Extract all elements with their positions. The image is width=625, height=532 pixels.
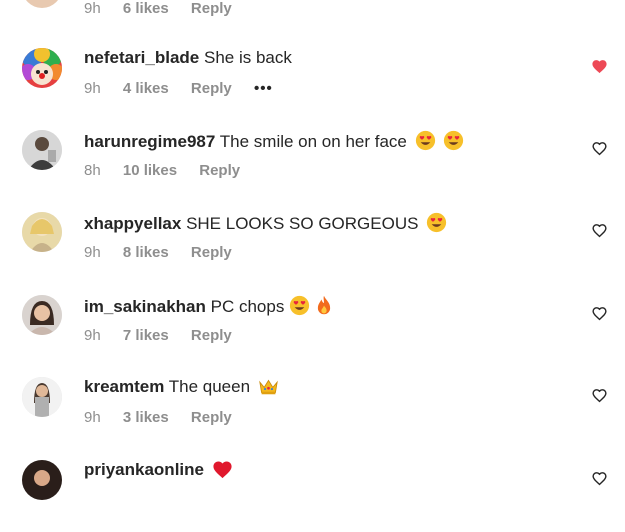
comment-time: 9h bbox=[84, 409, 101, 426]
like-heart-outline-icon[interactable] bbox=[591, 387, 608, 404]
more-options-icon[interactable]: ••• bbox=[254, 80, 273, 97]
comment-partial: 9h 6 likes Reply bbox=[0, 0, 625, 40]
comment-item: harunregime987 The smile on on her face … bbox=[0, 130, 625, 202]
heart-eyes-emoji-icon bbox=[415, 130, 435, 151]
likes-count[interactable]: 10 likes bbox=[123, 162, 177, 179]
comment-item: kreamtem The queen 9h 3 likes Reply bbox=[0, 377, 625, 449]
comment-body: harunregime987 The smile on on her face bbox=[84, 130, 464, 152]
likes-count[interactable]: 7 likes bbox=[123, 327, 169, 344]
comment-text: She is back bbox=[204, 48, 292, 67]
reply-button[interactable]: Reply bbox=[191, 244, 232, 261]
comment-item: nefetari_blade She is back 9h 4 likes Re… bbox=[0, 48, 625, 120]
comment-item: im_sakinakhan PC chops 9h 7 likes Reply bbox=[0, 295, 625, 367]
comment-time: 9h bbox=[84, 80, 101, 97]
fire-emoji-icon bbox=[317, 295, 330, 315]
reply-button[interactable]: Reply bbox=[199, 162, 240, 179]
comment-username[interactable]: xhappyellax bbox=[84, 214, 181, 233]
crown-emoji-icon bbox=[258, 379, 278, 395]
likes-count[interactable]: 3 likes bbox=[123, 409, 169, 426]
like-heart-icon[interactable] bbox=[591, 58, 608, 75]
comment-body: im_sakinakhan PC chops bbox=[84, 295, 333, 317]
comment-meta: 9h 8 likes Reply bbox=[84, 244, 250, 261]
heart-eyes-emoji-icon bbox=[289, 295, 310, 316]
comment-item: xhappyellax SHE LOOKS SO GORGEOUS 9h 8 l… bbox=[0, 212, 625, 284]
likes-count[interactable]: 8 likes bbox=[123, 244, 169, 261]
heart-eyes-emoji-icon bbox=[427, 212, 447, 233]
comment-text: PC chops bbox=[210, 297, 285, 316]
avatar[interactable] bbox=[22, 212, 62, 252]
comment-body: nefetari_blade She is back bbox=[84, 48, 292, 68]
comment-username[interactable]: kreamtem bbox=[84, 377, 164, 396]
comment-username[interactable]: nefetari_blade bbox=[84, 48, 199, 67]
reply-button[interactable]: Reply bbox=[191, 80, 232, 97]
comment-meta: 8h 10 likes Reply bbox=[84, 162, 258, 179]
comment-body: xhappyellax SHE LOOKS SO GORGEOUS bbox=[84, 212, 447, 234]
comment-text: The queen bbox=[168, 377, 251, 396]
red-heart-emoji-icon bbox=[213, 461, 232, 479]
like-heart-outline-icon[interactable] bbox=[591, 222, 608, 239]
avatar[interactable] bbox=[22, 295, 62, 335]
comment-time: 9h bbox=[84, 244, 101, 261]
avatar[interactable] bbox=[22, 0, 62, 8]
comment-text: The smile on on her face bbox=[219, 132, 407, 151]
comment-item: priyankaonline bbox=[0, 460, 625, 532]
comment-username[interactable]: harunregime987 bbox=[84, 132, 215, 151]
comment-time: 9h bbox=[84, 0, 101, 17]
comment-time: 9h bbox=[84, 327, 101, 344]
likes-count[interactable]: 4 likes bbox=[123, 80, 169, 97]
comment-body: kreamtem The queen bbox=[84, 377, 279, 397]
comment-meta: 9h 7 likes Reply bbox=[84, 327, 250, 344]
comment-time: 8h bbox=[84, 162, 101, 179]
avatar[interactable] bbox=[22, 460, 62, 500]
heart-eyes-emoji-icon bbox=[444, 130, 464, 151]
comment-body: priyankaonline bbox=[84, 460, 233, 480]
comment-meta: 9h 4 likes Reply ••• bbox=[84, 80, 291, 97]
comment-meta: 9h 6 likes Reply bbox=[84, 0, 250, 17]
comment-meta: 9h 3 likes Reply bbox=[84, 409, 250, 426]
avatar[interactable] bbox=[22, 377, 62, 417]
avatar[interactable] bbox=[22, 48, 62, 88]
avatar[interactable] bbox=[22, 130, 62, 170]
likes-count[interactable]: 6 likes bbox=[123, 0, 169, 17]
comment-username[interactable]: im_sakinakhan bbox=[84, 297, 206, 316]
comment-text: SHE LOOKS SO GORGEOUS bbox=[186, 214, 419, 233]
reply-button[interactable]: Reply bbox=[191, 409, 232, 426]
like-heart-outline-icon[interactable] bbox=[591, 305, 608, 322]
reply-button[interactable]: Reply bbox=[191, 0, 232, 17]
reply-button[interactable]: Reply bbox=[191, 327, 232, 344]
like-heart-outline-icon[interactable] bbox=[591, 140, 608, 157]
comment-username[interactable]: priyankaonline bbox=[84, 460, 204, 479]
like-heart-outline-icon[interactable] bbox=[591, 470, 608, 487]
